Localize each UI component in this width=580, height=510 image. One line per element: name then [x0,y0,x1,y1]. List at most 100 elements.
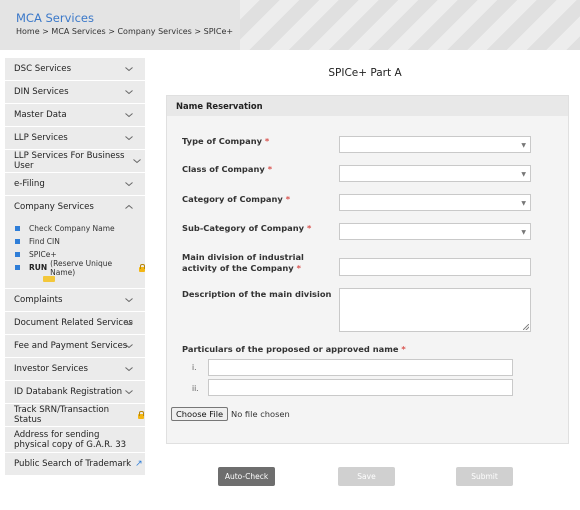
sidebar-item-label: Investor Services [14,364,88,374]
run-label-bold: RUN [29,263,48,272]
field-label-text: Type of Company [182,136,263,146]
chevron-down-icon [125,67,133,72]
submit-button[interactable]: Submit [456,467,513,486]
company-services-submenu: Check Company Name Find CIN SPICe+ RUN (… [5,218,145,288]
chevron-down-icon [125,367,133,372]
sidebar-item-trademark-search[interactable]: Public Search of Trademark ↗ [5,452,145,475]
bullet-icon [15,239,20,244]
sidebar-item-label: Public Search of Trademark [14,459,132,469]
breadcrumb: Home > MCA Services > Company Services >… [16,27,233,36]
sidebar-item-fee-payment[interactable]: Fee and Payment Services [5,334,145,357]
sidebar-item-company-services[interactable]: Company Services [5,195,145,218]
chevron-down-icon [133,159,141,164]
sidebar: DSC Services DIN Services Master Data LL… [5,57,145,475]
chevron-down-icon [125,136,133,141]
sidebar-item-label: LLP Services [14,133,68,143]
external-link-icon: ↗ [135,459,143,469]
sidebar-item-label: Fee and Payment Services [14,341,128,351]
sidebar-item-llp-business-user[interactable]: LLP Services For Business User [5,149,145,172]
breadcrumb-home[interactable]: Home [16,27,40,36]
description-label: Description of the main division [182,289,332,299]
required-mark: * [285,194,291,204]
sidebar-item-label: ID Databank Registration [14,387,123,397]
sidebar-item-label: Address for sending physical copy of G.A… [14,429,127,450]
chevron-down-icon [125,344,133,349]
sidebar-item-llp-services[interactable]: LLP Services [5,126,145,149]
chevron-down-icon [125,321,133,326]
submenu-item-label: (Reserve Unique Name) [50,258,113,277]
resize-handle-icon[interactable] [523,324,529,330]
sidebar-item-label: Company Services [14,202,94,212]
auto-check-button[interactable]: Auto-Check [218,467,275,486]
field-label-text: Sub-Category of Company [182,223,305,233]
required-mark: * [267,164,273,174]
main-division-input[interactable] [339,258,531,276]
submenu-item-check-company-name[interactable]: Check Company Name [15,222,145,235]
sidebar-item-label: e-Filing [14,179,45,189]
breadcrumb-mca-services[interactable]: MCA Services [51,27,105,36]
chevron-down-icon [125,182,133,187]
field-label-text: Category of Company [182,194,283,204]
field-label-text: activity of the Company [182,263,294,273]
submenu-item-run[interactable]: RUN (Reserve Unique Name) [15,258,145,277]
choose-file-button[interactable]: Choose File [171,407,229,421]
sidebar-item-track-srn[interactable]: Track SRN/Transaction Status [5,403,145,426]
file-status-text: No file chosen [231,409,290,419]
sidebar-item-label: DSC Services [14,64,72,74]
sidebar-item-gar-33[interactable]: Address for sending physical copy of G.A… [5,426,145,452]
submenu-item-label: Find CIN [29,237,60,246]
new-badge-icon [43,276,55,282]
sub-category-label: Sub-Category of Company * [182,223,311,233]
lock-icon [137,411,145,419]
type-of-company-label: Type of Company * [182,136,269,146]
chevron-down-icon [125,113,133,118]
sidebar-item-e-filing[interactable]: e-Filing [5,172,145,195]
field-label-text: Class of Company [182,164,265,174]
dropdown-arrow-icon: ▼ [521,171,526,178]
bullet-icon [15,226,20,231]
section-title: Name Reservation [167,96,568,116]
description-textarea[interactable] [339,288,531,332]
sidebar-item-document-related[interactable]: Document Related Services [5,311,145,334]
name-row-label-ii: ii. [192,384,199,393]
save-button[interactable]: Save [338,467,395,486]
class-of-company-select[interactable]: ▼ [339,165,531,182]
sidebar-item-label: Document Related Services [14,318,133,328]
chevron-down-icon [125,90,133,95]
dropdown-arrow-icon: ▼ [521,200,526,207]
breadcrumb-separator: > [108,27,115,36]
page-title: SPICe+ Part A [328,67,402,79]
sidebar-item-din-services[interactable]: DIN Services [5,80,145,103]
type-of-company-select[interactable]: ▼ [339,136,531,153]
chevron-down-icon [125,298,133,303]
bullet-icon [15,252,20,257]
sidebar-item-investor-services[interactable]: Investor Services [5,357,145,380]
field-label-text: Particulars of the proposed or approved … [182,344,399,354]
sidebar-item-label: Master Data [14,110,67,120]
sidebar-item-dsc-services[interactable]: DSC Services [5,57,145,80]
required-mark: * [401,344,406,354]
required-mark: * [264,136,270,146]
breadcrumb-company-services[interactable]: Company Services [117,27,191,36]
sidebar-item-id-databank[interactable]: ID Databank Registration [5,380,145,403]
header-pattern [240,0,580,50]
lock-icon [138,263,145,272]
breadcrumb-separator: > [42,27,49,36]
sidebar-item-complaints[interactable]: Complaints [5,288,145,311]
name-row-label-i: i. [192,363,197,372]
sidebar-item-master-data[interactable]: Master Data [5,103,145,126]
sub-category-select[interactable]: ▼ [339,223,531,240]
required-mark: * [306,223,312,233]
category-of-company-select[interactable]: ▼ [339,194,531,211]
proposed-name-input-2[interactable] [208,379,513,396]
chevron-up-icon [125,204,133,209]
breadcrumb-separator: > [194,27,202,36]
submenu-item-find-cin[interactable]: Find CIN [15,235,145,248]
field-label-text: Main division of industrial [182,252,304,262]
category-of-company-label: Category of Company * [182,194,290,204]
sidebar-item-label: DIN Services [14,87,69,97]
page-header-title: MCA Services [16,11,94,25]
chevron-down-icon [125,390,133,395]
sidebar-item-label: Complaints [14,295,63,305]
proposed-name-input-1[interactable] [208,359,513,376]
